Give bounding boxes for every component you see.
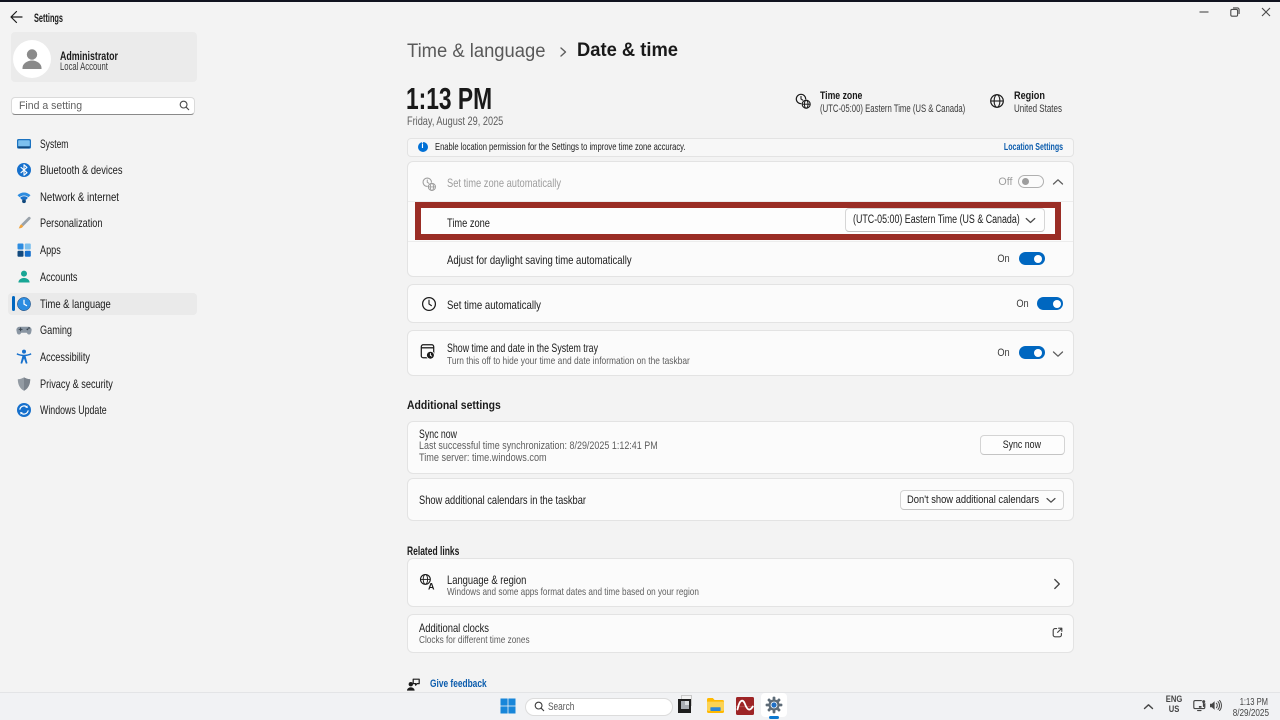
svg-text:A: A — [428, 581, 435, 591]
